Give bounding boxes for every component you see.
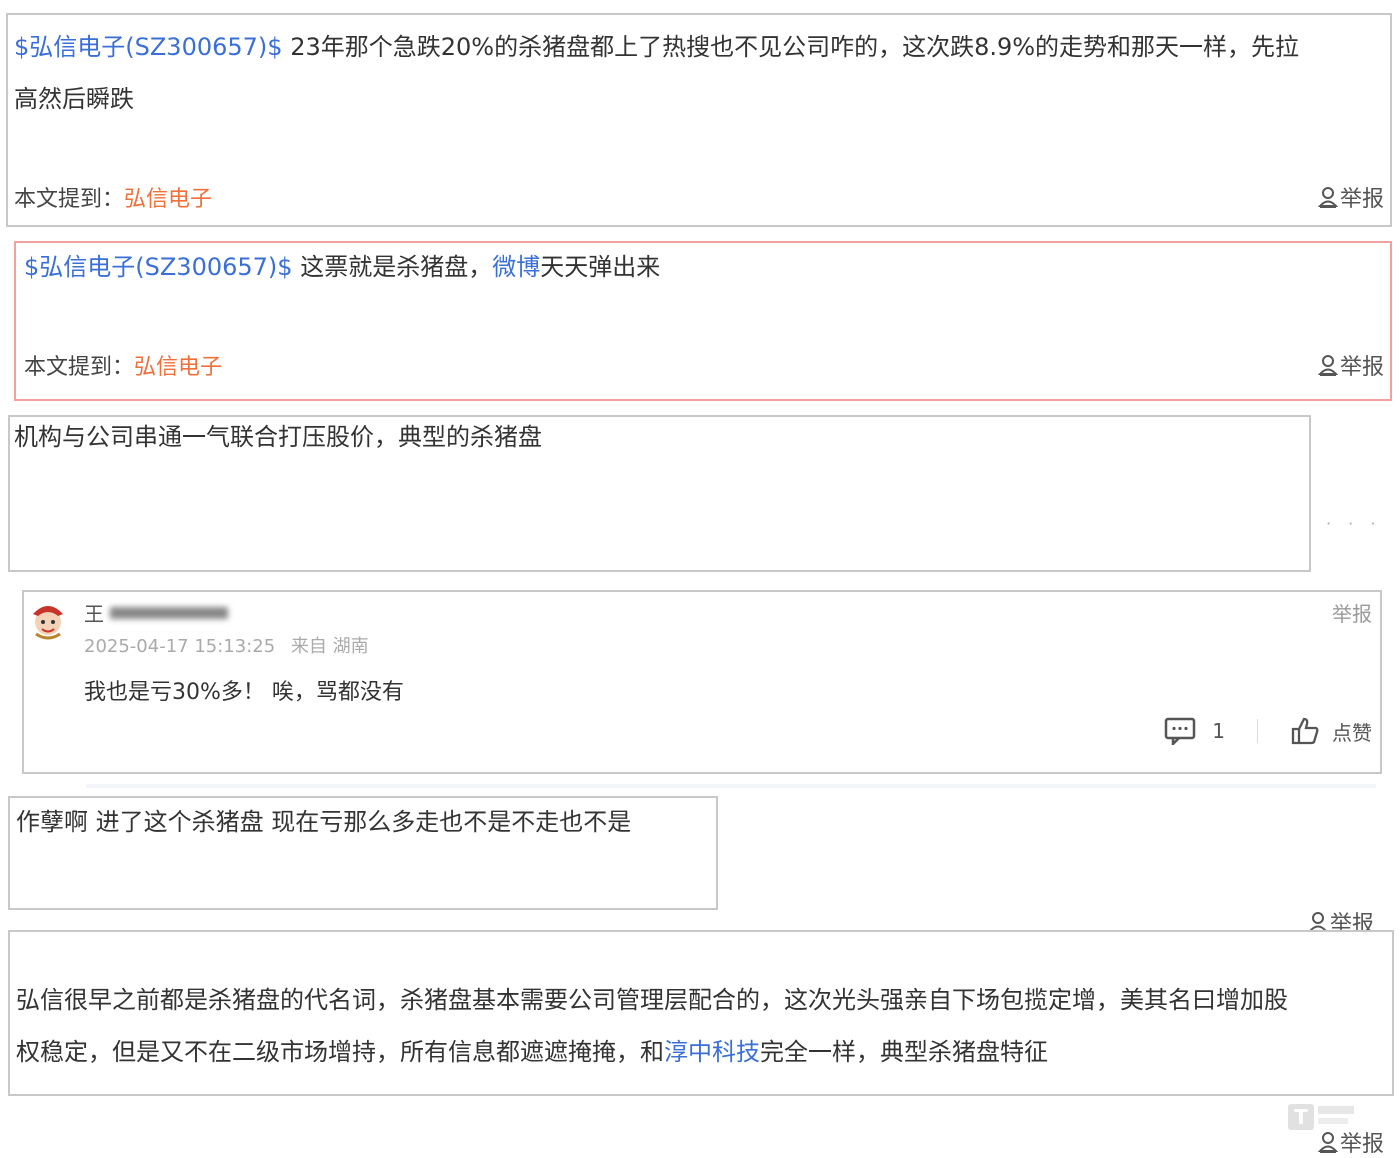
post-text: $弘信电子(SZ300657)$ 这票就是杀猪盘，微博天天弹出来 [24, 253, 661, 281]
report-button[interactable]: 举报 [1317, 349, 1384, 381]
mention-stock-link[interactable]: 弘信电子 [134, 355, 222, 380]
weibo-link[interactable]: 微博 [492, 253, 540, 281]
post-card-3: 机构与公司串通一气联合打压股价，典型的杀猪盘 [8, 415, 1311, 572]
stock-tag-link[interactable]: $弘信电子(SZ300657)$ [24, 253, 293, 281]
post-text: 机构与公司串通一气联合打压股价，典型的杀猪盘 [14, 423, 542, 451]
post-text-line1: 弘信很早之前都是杀猪盘的代名词，杀猪盘基本需要公司管理层配合的，这次光头强亲自下… [16, 986, 1288, 1014]
user-name[interactable]: 王 [84, 598, 228, 627]
avatar-icon[interactable] [28, 600, 68, 640]
post-card-1: $弘信电子(SZ300657)$ 23年那个急跌20%的杀猪盘都上了热搜也不见公… [6, 13, 1392, 227]
comment-card: 王 2025-04-17 15:13:25 来自 湖南 我也是亏30%多！ 唉，… [22, 590, 1382, 774]
comment-text: 我也是亏30%多！ 唉，骂都没有 [84, 680, 404, 705]
like-button[interactable]: 点赞 [1332, 717, 1372, 746]
mention-row: 本文提到：弘信电子 [14, 187, 213, 212]
post-card-6: 弘信很早之前都是杀猪盘的代名词，杀猪盘基本需要公司管理层配合的，这次光头强亲自下… [8, 930, 1394, 1096]
post-card-2: $弘信电子(SZ300657)$ 这票就是杀猪盘，微博天天弹出来 本文提到：弘信… [14, 241, 1392, 401]
post-text: 作孽啊 进了这个杀猪盘 现在亏那么多走也不是不走也不是 [16, 808, 632, 836]
comment-count: 1 [1212, 719, 1225, 743]
blurred-username [110, 606, 228, 619]
separator-line [86, 784, 1376, 788]
post-text-line2: 权稳定，但是又不在二级市场增持，所有信息都遮遮掩掩，和淳中科技完全一样，典型杀猪… [16, 1038, 1048, 1066]
faint-dots: · · · [1326, 514, 1382, 533]
stock-tag-link[interactable]: $弘信电子(SZ300657)$ [14, 33, 283, 61]
mention-row: 本文提到：弘信电子 [24, 355, 223, 380]
divider [1257, 719, 1258, 743]
mention-stock-link[interactable]: 弘信电子 [124, 187, 212, 212]
comment-meta: 2025-04-17 15:13:25 来自 湖南 [84, 632, 369, 658]
person-report-icon [1317, 187, 1338, 208]
timestamp: 2025-04-17 15:13:25 [84, 636, 276, 657]
location: 来自 湖南 [290, 636, 369, 657]
post-text-line2: 高然后瞬跌 [14, 85, 134, 113]
post-text: $弘信电子(SZ300657)$ 23年那个急跌20%的杀猪盘都上了热搜也不见公… [14, 33, 1300, 61]
stock-link[interactable]: 淳中科技 [664, 1038, 760, 1066]
report-button[interactable]: 举报 [1332, 598, 1372, 627]
comment-icon[interactable] [1164, 717, 1196, 745]
person-report-icon [1317, 355, 1338, 376]
post-card-5: 作孽啊 进了这个杀猪盘 现在亏那么多走也不是不走也不是 [8, 796, 718, 910]
report-button[interactable]: 举报 [1317, 181, 1384, 213]
report-button[interactable]: 举报 [1318, 1126, 1384, 1158]
comment-actions: 1 点赞 [1164, 716, 1372, 746]
person-report-icon [1318, 1132, 1338, 1153]
thumbs-up-icon[interactable] [1290, 716, 1320, 746]
